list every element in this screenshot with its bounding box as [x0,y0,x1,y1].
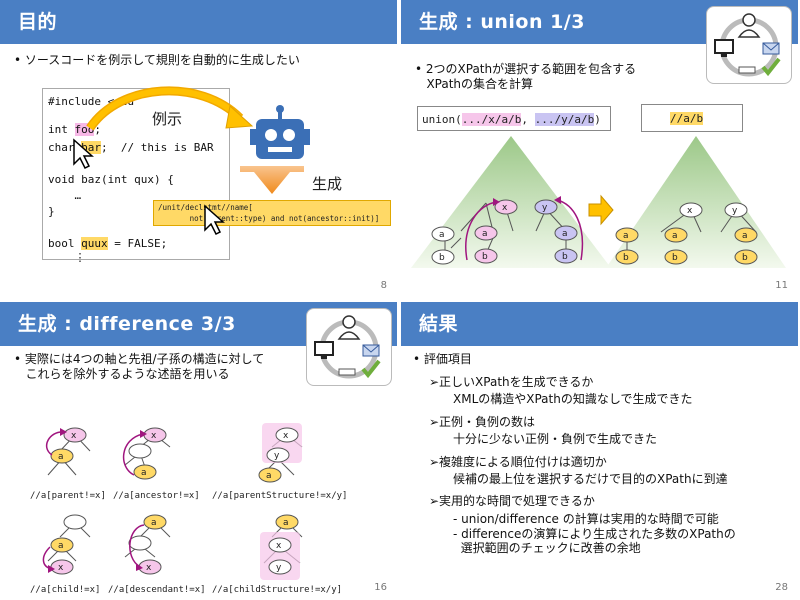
eval-sub-item: 選択範囲のチェックに改善の余地 [453,541,641,555]
eval-answer: XMLの構造やXPathの知識なしで生成できた [453,392,693,406]
user-icon [737,13,761,38]
svg-text:x: x [58,563,64,573]
mail-icon [762,42,780,55]
svg-text:b: b [562,252,568,262]
slide-header: 目的 [0,0,397,44]
eval-sub-item: - union/difference の計算は実用的な時間で可能 [453,512,719,526]
rule-line: /unit/declstmt//name[ [158,202,386,213]
svg-text:a: a [141,468,147,478]
arrow-icon [588,194,614,226]
heading-text: • 評価項目 [413,352,472,366]
page-number: 16 [374,582,387,593]
slide-title: 生成 : difference 3/3 [18,313,236,335]
svg-text:y: y [542,203,548,213]
bullet-text: • 実際には4つの軸と先祖/子孫の構造に対して これらを除外するような述語を用い… [14,352,264,382]
workflow-diagram-icon [714,13,781,77]
code-line: void baz(int qux) { [48,173,174,186]
slide-purpose: 目的 • ソースコードを例示して規則を自動的に生成したい #include <s… [0,0,397,297]
eval-sub-item: - differenceの演算により生成された多数のXPathの [453,527,736,541]
eval-question: ➢実用的な時間で処理できるか [429,494,595,508]
cursor-icon [204,204,225,236]
bullet-text: • 2つのXPathが選択する範囲を包含する XPathの集合を計算 [415,62,636,92]
bullet-text: • ソースコードを例示して規則を自動的に生成したい [14,53,300,67]
eval-question: ➢正しいXPathを生成できるか [429,375,594,389]
generate-arrow-icon [240,166,304,194]
cursor-icon [73,138,94,170]
svg-text:y: y [276,563,282,573]
svg-text:a: a [266,471,272,481]
svg-text:a: a [562,229,568,239]
svg-text:a: a [439,230,445,240]
slide-difference: 生成 : difference 3/3 • 実際には4つの軸と先祖/子孫の構造に… [0,302,397,599]
mail-icon [362,344,380,357]
bullet-line: これらを除外するような述語を用いる [14,367,230,381]
page-number: 28 [775,582,788,593]
robot-icon [250,105,310,159]
generated-rule: /unit/declstmt//name[ not(parent::type) … [153,200,391,226]
svg-text:b: b [672,253,678,263]
eval-answer: 候補の最上位を選択するだけで目的のXPathに到達 [453,472,728,486]
slide-title: 目的 [18,11,58,33]
svg-text:x: x [146,563,152,573]
eval-question: ➢正例・負例の数は [429,415,536,429]
slide-title: 結果 [419,313,459,335]
svg-text:a: a [742,231,748,241]
page-number: 11 [775,280,788,291]
code-line: bool quux = FALSE; [48,237,168,250]
svg-text:a: a [283,518,289,528]
caption-child-structure: //a[childStructure!=x/y] [212,585,343,595]
bullet-line: • 実際には4つの軸と先祖/子孫の構造に対して [14,352,265,366]
caption-parent: //a[parent!=x] [30,491,106,501]
bullet-line: • 2つのXPathが選択する範囲を包含する [415,62,637,76]
code-line: ⋮ [48,251,86,264]
caption-parent-structure: //a[parentStructure!=x/y] [212,491,348,501]
union-tree-diagram: a b x a b y a b x y a b a b a b [411,136,786,268]
computer-icon [314,341,334,359]
union-arg1: .../x/a/b [461,113,522,126]
union-arg2: .../y/a/b [534,113,595,126]
union-result: //a/b [641,104,743,132]
caption-descendant: //a[descendant!=x] [108,585,206,595]
svg-text:x: x [71,431,77,441]
svg-text:b: b [482,252,488,262]
slide-title: 生成 : union 1/3 [419,11,585,33]
svg-text:a: a [482,229,488,239]
page-number: 8 [380,280,387,291]
svg-text:b: b [439,253,445,263]
svg-text:y: y [732,206,738,216]
svg-text:a: a [151,518,157,528]
union-expression: union(.../x/a/b, .../y/a/b) [417,106,611,131]
user-icon [337,315,361,340]
slide-union: 生成 : union 1/3 • 2つのXPathが選択する範囲を包含する XP… [401,0,798,297]
svg-text:b: b [623,253,629,263]
difference-tree-diagrams: x a x a x y a a x a x a x y [42,423,303,580]
svg-text:y: y [274,451,280,461]
workflow-diagram-icon [314,315,381,379]
svg-text:a: a [623,231,629,241]
code-line: … [48,189,82,202]
svg-text:a: a [58,541,64,551]
svg-text:x: x [687,206,693,216]
svg-text:x: x [276,541,282,551]
code-line: } [48,205,55,218]
slide-header: 結果 [401,302,798,346]
bullet-line: XPathの集合を計算 [415,77,534,91]
slide-results: 結果 • 評価項目 ➢正しいXPathを生成できるか XMLの構造やXPathの… [401,302,798,599]
svg-text:b: b [742,253,748,263]
computer-icon [714,39,734,57]
svg-text:x: x [151,431,157,441]
eval-question: ➢複雑度による順位付けは適切か [429,455,607,469]
caption-child: //a[child!=x] [30,585,101,595]
workflow-icon-card [306,308,392,386]
svg-text:a: a [58,452,64,462]
label-example: 例示 [152,110,183,128]
caption-ancestor: //a[ancestor!=x] [113,491,200,501]
svg-text:x: x [283,431,289,441]
rule-line: not(parent::type) and not(ancestor::init… [158,214,380,223]
label-generate: 生成 [312,175,343,193]
svg-text:a: a [672,231,678,241]
svg-text:x: x [502,203,508,213]
eval-answer: 十分に少ない正例・負例で生成できた [453,432,658,446]
workflow-icon-card [706,6,792,84]
